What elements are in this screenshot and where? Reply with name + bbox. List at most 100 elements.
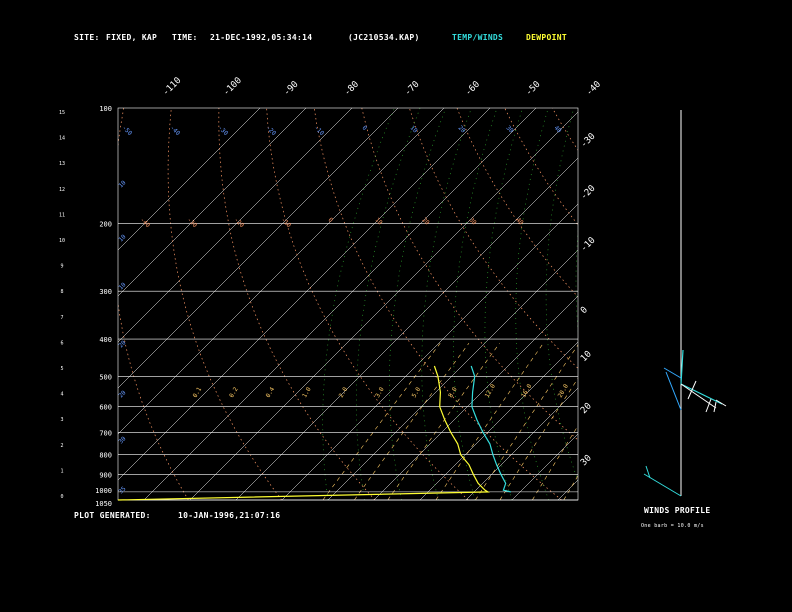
dry-adiabat bbox=[600, 108, 792, 500]
moist-adiabat bbox=[484, 108, 523, 500]
dry-adiabat bbox=[648, 108, 792, 500]
isotherm-line bbox=[327, 249, 578, 500]
isotherm-line bbox=[189, 111, 578, 500]
dry-adiabat bbox=[743, 108, 792, 500]
pressure-tick-label: 300 bbox=[99, 288, 112, 296]
moist-adiabat bbox=[545, 108, 578, 482]
moist-adiabat bbox=[515, 108, 550, 500]
dry-adiabat-label: 10 bbox=[409, 124, 419, 134]
wind-barb bbox=[705, 398, 712, 413]
dry-adiabat bbox=[218, 108, 376, 500]
mixing-ratio-label: 8.0 bbox=[447, 386, 459, 399]
height-tick-label: 4 bbox=[60, 392, 63, 398]
moist-adiabat bbox=[389, 108, 446, 500]
isotherm-line bbox=[235, 157, 578, 500]
edge-label: 20 bbox=[117, 389, 127, 399]
dry-adiabat bbox=[266, 108, 469, 500]
dry-adiabat-label: -20 bbox=[265, 124, 278, 137]
isotherm-line bbox=[419, 341, 578, 500]
isotherm-line bbox=[604, 108, 792, 500]
dry-adiabat bbox=[695, 108, 792, 500]
pressure-tick-label: 900 bbox=[99, 471, 112, 479]
mixing-ratio-line bbox=[499, 377, 578, 500]
height-tick-label: 3 bbox=[60, 417, 63, 423]
dry-adiabat bbox=[361, 108, 578, 441]
isotherm-line bbox=[557, 479, 578, 500]
isotherm-label: -60 bbox=[464, 80, 483, 99]
wind-barb bbox=[715, 399, 727, 407]
isotherm-line bbox=[281, 203, 578, 500]
mixing-ratio-line bbox=[532, 425, 578, 500]
pressure-tick-label: 600 bbox=[99, 404, 112, 412]
edge-label: 30 bbox=[117, 435, 127, 445]
height-tick-label: 0 bbox=[60, 494, 63, 500]
dry-adiabat bbox=[167, 108, 282, 500]
dry-adiabat-label: -50 bbox=[121, 124, 134, 137]
edge-label: 20 bbox=[117, 339, 127, 349]
moist-adiabat bbox=[322, 108, 395, 500]
height-tick-label: 8 bbox=[60, 289, 63, 295]
mixing-ratio-label: 2.0 bbox=[338, 386, 350, 399]
dry-adiabat-label: 40 bbox=[515, 216, 525, 226]
isotherm-label: 20 bbox=[579, 401, 594, 416]
dry-adiabat-label: 0 bbox=[361, 124, 369, 132]
wind-barb bbox=[680, 383, 717, 409]
isotherm-label: -40 bbox=[585, 80, 604, 99]
mixing-ratio-line bbox=[354, 343, 470, 500]
dry-adiabat bbox=[409, 108, 578, 369]
dry-adiabat-label: -30 bbox=[217, 124, 230, 137]
mixing-ratio-line bbox=[630, 343, 718, 500]
dry-adiabat-label: -40 bbox=[169, 124, 182, 137]
mixing-ratio-line bbox=[322, 343, 441, 500]
isotherm-line bbox=[696, 108, 792, 500]
height-tick-label: 15 bbox=[59, 110, 65, 116]
dry-adiabat-label: 20 bbox=[421, 216, 431, 226]
winds-profile-title: WINDS PROFILE bbox=[644, 506, 711, 515]
isotherm-label: -80 bbox=[343, 80, 362, 99]
mixing-ratio-label: 0.2 bbox=[228, 386, 240, 399]
mixing-ratio-label: 0.4 bbox=[265, 386, 277, 399]
isotherm-line bbox=[143, 108, 537, 500]
mixing-ratio-label: 16.0 bbox=[520, 383, 533, 399]
dry-adiabat-label: 30 bbox=[468, 216, 478, 226]
moist-adiabat bbox=[575, 229, 578, 333]
isotherm-label: 0 bbox=[579, 305, 590, 316]
height-tick-label: 5 bbox=[60, 366, 63, 372]
height-tick-label: 11 bbox=[59, 212, 65, 218]
height-tick-label: 14 bbox=[59, 136, 65, 142]
mixing-ratio-label: 5.0 bbox=[411, 386, 423, 399]
mixing-ratio-label: 1.0 bbox=[301, 386, 313, 399]
skew-t-diagram: 1002003004005006007008009001000105001234… bbox=[59, 76, 792, 508]
height-tick-label: 6 bbox=[60, 340, 63, 346]
moist-adiabat bbox=[605, 108, 659, 500]
isotherm-line bbox=[650, 108, 792, 500]
height-tick-label: 1 bbox=[60, 468, 63, 474]
pressure-tick-label: 500 bbox=[99, 373, 112, 381]
dry-adiabat bbox=[504, 108, 578, 226]
pressure-tick-label: 400 bbox=[99, 336, 112, 344]
mixing-ratio-line bbox=[592, 343, 684, 500]
pressure-tick-label: 1000 bbox=[95, 487, 112, 495]
dry-adiabat bbox=[551, 108, 578, 151]
isotherm-label: 10 bbox=[579, 349, 594, 364]
mixing-ratio-label: 0.1 bbox=[192, 386, 204, 399]
isotherm-line bbox=[118, 108, 353, 343]
isotherm-label: -50 bbox=[524, 80, 543, 99]
plot-frame bbox=[117, 107, 579, 501]
moist-adiabat bbox=[453, 108, 498, 500]
plot-generated-label: PLOT GENERATED: bbox=[74, 511, 151, 520]
isotherm-line bbox=[511, 433, 578, 500]
isotherm-line bbox=[118, 108, 491, 481]
pressure-tick-label: 1050 bbox=[95, 500, 112, 508]
pressure-tick-label: 800 bbox=[99, 452, 112, 460]
plot-generated-value: 10-JAN-1996,21:07:16 bbox=[178, 511, 281, 520]
height-tick-label: 7 bbox=[60, 315, 63, 321]
pressure-tick-label: 200 bbox=[99, 221, 112, 229]
isotherm-line bbox=[118, 108, 445, 435]
height-tick-label: 2 bbox=[60, 443, 63, 449]
isotherm-line bbox=[118, 108, 307, 297]
edge-label: 10 bbox=[117, 281, 127, 291]
moist-adiabat bbox=[421, 108, 472, 500]
dry-adiabat-label: -30 bbox=[186, 216, 199, 229]
pressure-tick-label: 700 bbox=[99, 429, 112, 437]
